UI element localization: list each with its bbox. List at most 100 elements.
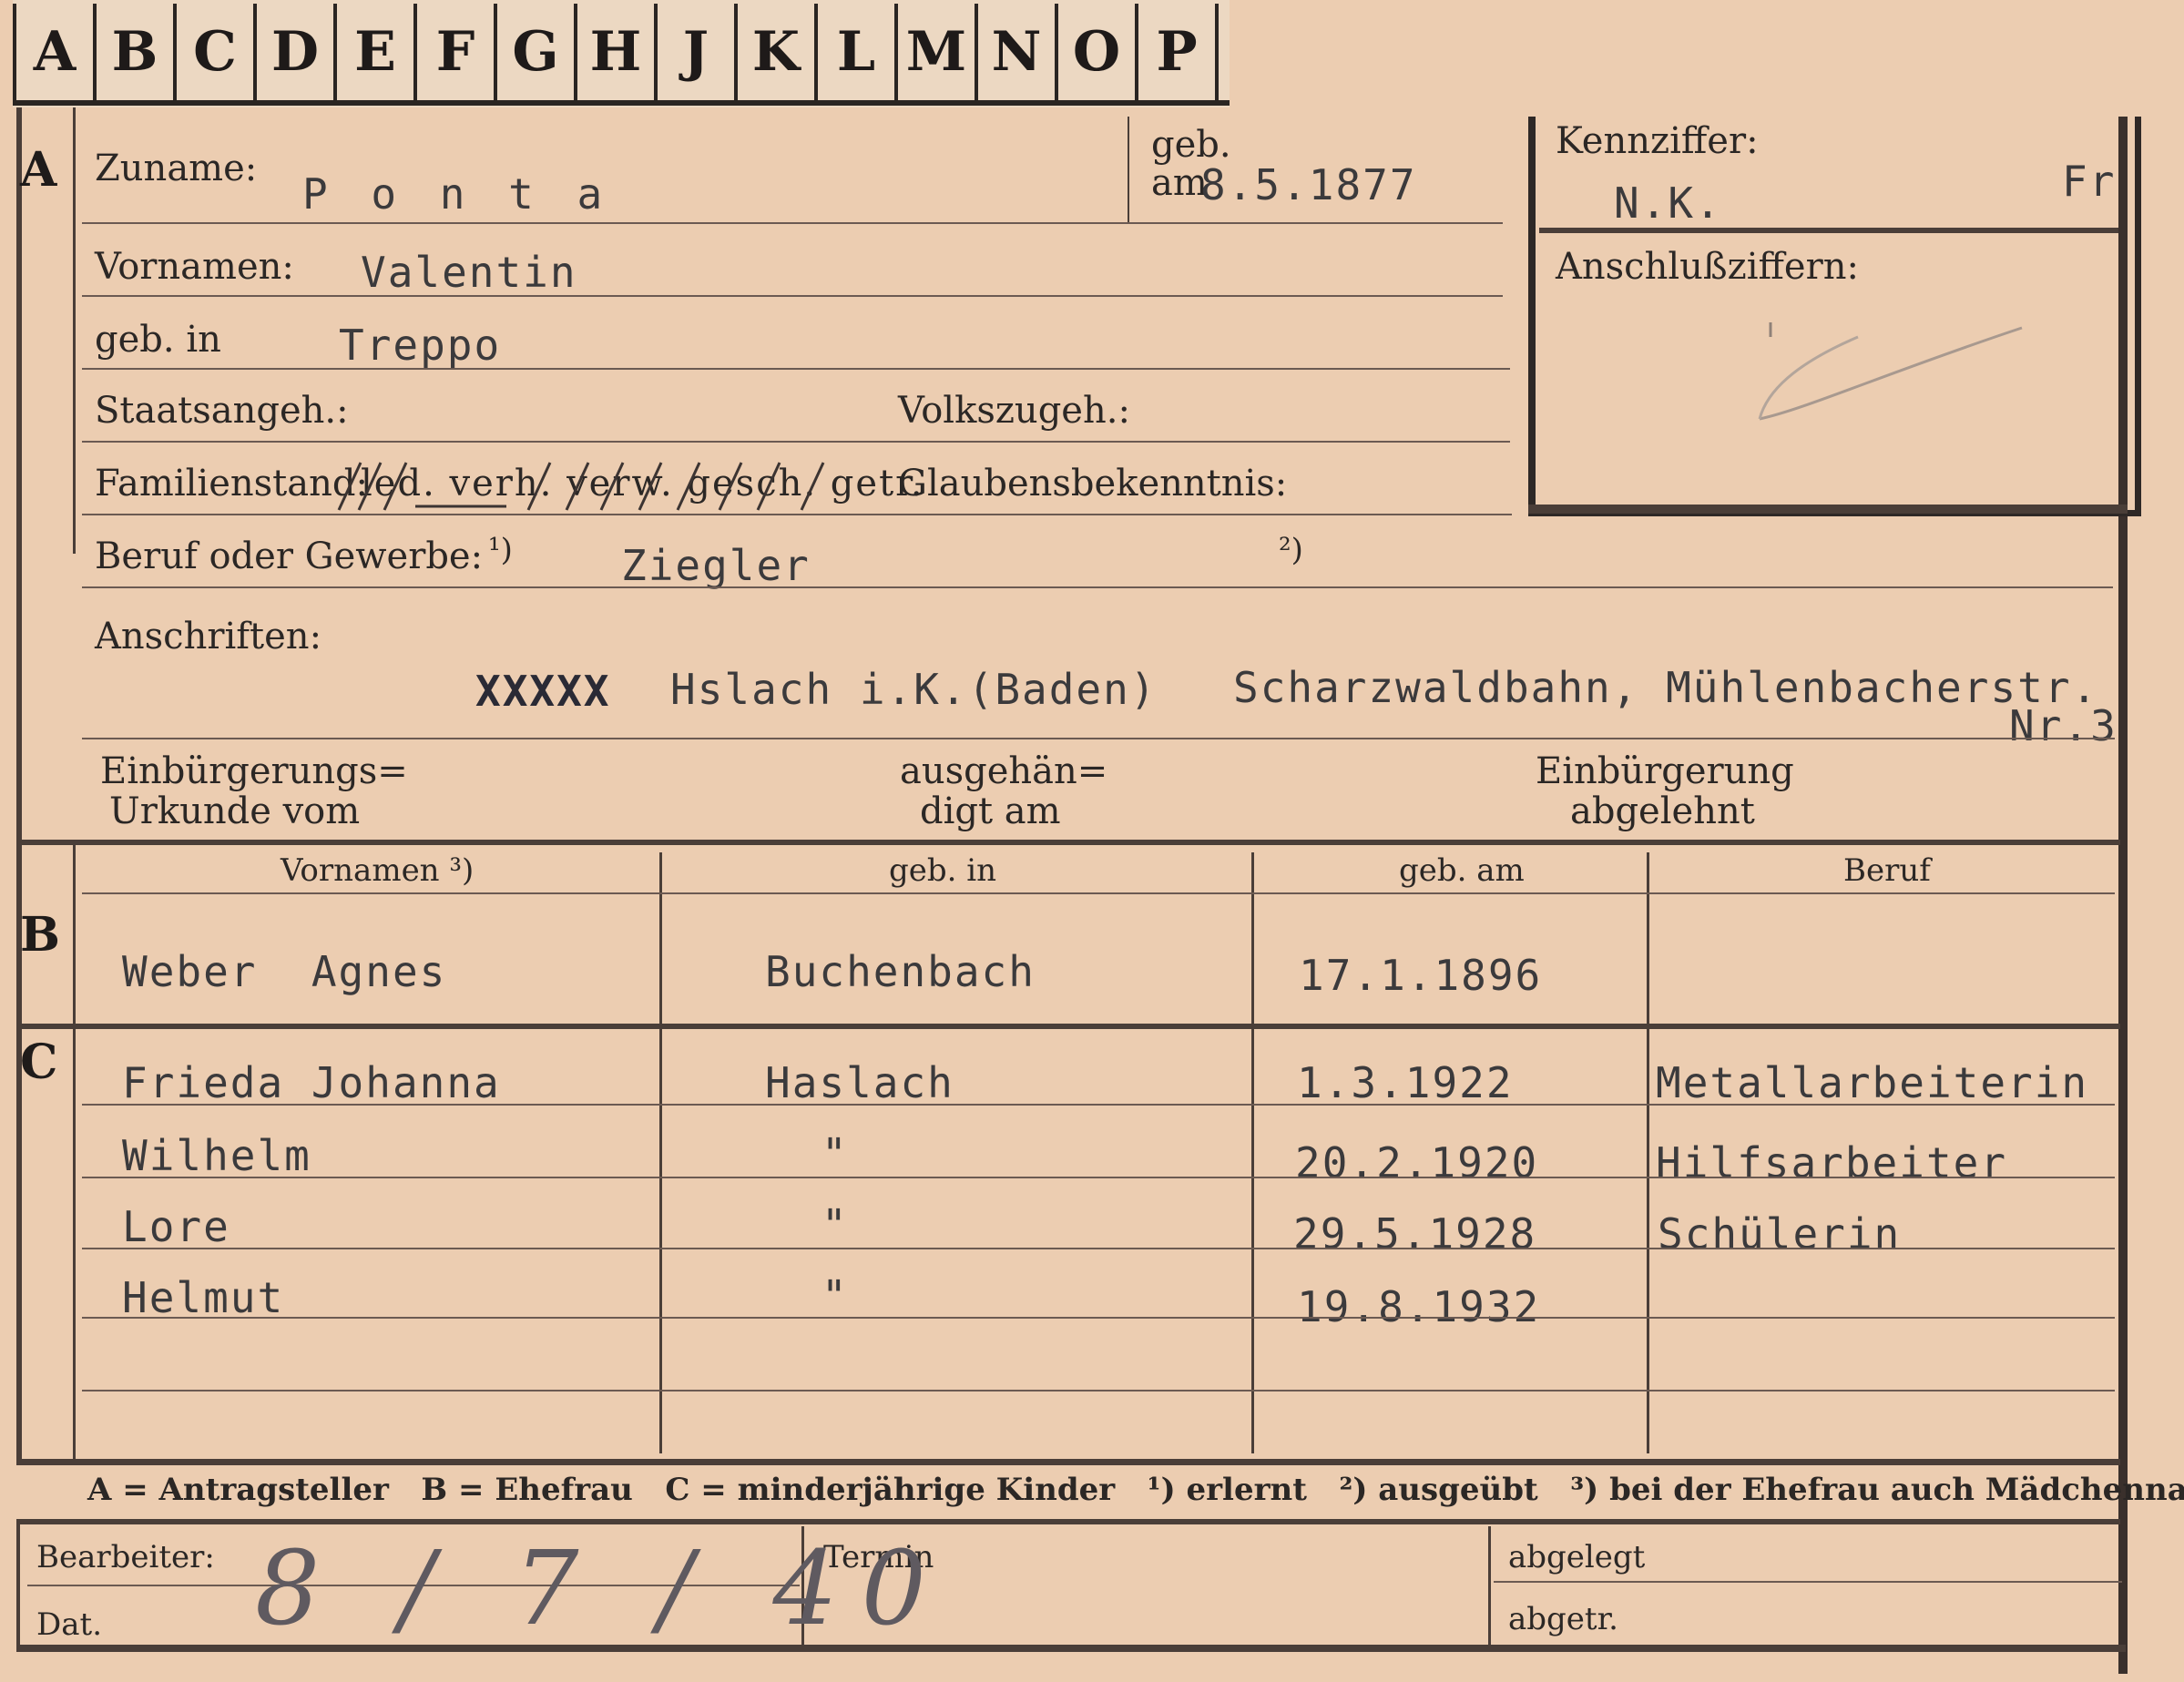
zuname-geb-divider (1128, 117, 1129, 222)
legend-text: A = Antragsteller B = Ehefrau C = minder… (87, 1472, 2184, 1508)
pencil-mark (1758, 322, 2023, 421)
index-tab-b[interactable]: B (93, 4, 173, 100)
index-tab-l[interactable]: L (814, 4, 894, 100)
section-a-divider (73, 107, 76, 554)
geb-in-rule (82, 368, 1510, 370)
anschluss-label: Anschlußziffern: (1556, 246, 1859, 288)
child-4-geb-in: " (822, 1271, 849, 1320)
einbuergerung-abgelehnt-2: abgelehnt (1570, 790, 1755, 832)
child-4-name: Helmut (122, 1273, 285, 1322)
einbuergerung-abgelehnt-1: Einbürgerung (1536, 750, 1794, 792)
child-1-beruf: Metallarbeiterin (1656, 1058, 2089, 1107)
anschrift-line-1: Hslach i.K.(Baden) (670, 665, 1158, 714)
index-tab-o[interactable]: O (1055, 4, 1135, 100)
spouse-geb-in: Buchenbach (765, 947, 1036, 996)
familienstand-rule (82, 514, 1512, 515)
index-tab-a[interactable]: A (13, 4, 93, 100)
glaubensbekenntnis-label: Glaubensbekenntnis: (898, 463, 1288, 505)
header-vornamen: Vornamen ³) (281, 852, 475, 889)
kennziffer-extra: Fr (2062, 157, 2117, 206)
index-tab-c[interactable]: C (173, 4, 253, 100)
tab-strip-rule (13, 100, 1230, 106)
anschrift-struck: XXXXX (475, 667, 611, 716)
col-divider-3 (1647, 852, 1649, 1453)
familienstand-strikes (337, 462, 825, 511)
child-3-geb-in: " (822, 1200, 849, 1249)
dat-label: Dat. (36, 1606, 103, 1643)
index-tab-h[interactable]: H (574, 4, 654, 100)
anschriften-rule (82, 738, 2115, 739)
header-geb-in: geb. in (889, 852, 997, 889)
geb-am-label: am (1151, 162, 1208, 204)
index-tab-e[interactable]: E (333, 4, 413, 100)
index-tab-p[interactable]: P (1135, 4, 1219, 100)
table-left-divider (73, 845, 76, 1464)
einbuergerung-urkunde-2: Urkunde vom (109, 790, 361, 832)
section-b-c-rule (16, 1024, 2120, 1029)
index-tab-g[interactable]: G (494, 4, 574, 100)
section-b-marker: B (20, 907, 60, 963)
volkszugeh-label: Volkszugeh.: (898, 390, 1130, 432)
abgetr-label: abgetr. (1508, 1601, 1618, 1637)
index-tab-m[interactable]: M (894, 4, 975, 100)
child-2-geb-in: " (822, 1129, 849, 1178)
child-1-name: Frieda Johanna (122, 1058, 501, 1107)
vornamen-label: Vornamen: (95, 246, 294, 288)
index-tab-n[interactable]: N (975, 4, 1055, 100)
footer-divider-2 (1488, 1526, 1491, 1650)
bearbeiter-label: Bearbeiter: (36, 1539, 215, 1575)
geb-am-value: 8.5.1877 (1200, 160, 1417, 209)
footer-bottom-rule (16, 1645, 2126, 1652)
index-tab-strip: A B C D E F G H J K L M N O P (13, 0, 1230, 107)
table-header-rule (82, 892, 2115, 894)
anschrift-street: Scharzwaldbahn, Mühlenbacherstr. (1233, 663, 2099, 712)
handwritten-date: 8 / 7 / 40 (255, 1530, 950, 1648)
kennziffer-box-bottom (1528, 505, 2128, 514)
geb-in-value: Treppo (339, 321, 502, 370)
child-1-geb-in: Haslach (765, 1058, 954, 1107)
legend-bottom-rule (16, 1519, 2120, 1524)
spouse-name: Weber Agnes (122, 947, 447, 996)
legend-top-rule (16, 1459, 2120, 1465)
beruf-label: Beruf oder Gewerbe: (95, 535, 484, 577)
index-tab-j[interactable]: J (654, 4, 734, 100)
beruf-note-1: ¹) (488, 532, 513, 568)
familienstand-label: Familienstand: (95, 463, 368, 505)
beruf-rule (82, 586, 2113, 588)
anschrift-line-2: Nr.3 (2009, 701, 2118, 750)
header-geb-am: geb. am (1399, 852, 1525, 889)
left-frame (16, 107, 22, 1464)
child-2-geb-am: 20.2.1920 (1295, 1138, 1539, 1188)
child-2-beruf: Hilfsarbeiter (1656, 1138, 2008, 1188)
beruf-value: Ziegler (621, 541, 811, 590)
abgelegt-label: abgelegt (1508, 1539, 1646, 1575)
geb-in-label: geb. in (95, 319, 221, 361)
index-tab-k[interactable]: K (734, 4, 814, 100)
child-row-3-rule (82, 1248, 2115, 1249)
ausgehaendigt-2: digt am (920, 790, 1061, 832)
kennziffer-value: N.K. (1614, 178, 1722, 228)
registration-card: A B C D E F G H J K L M N O P A Zuname: … (0, 0, 2184, 1682)
staatsangeh-label: Staatsangeh.: (95, 390, 349, 432)
abgelegt-rule (1494, 1581, 2122, 1583)
footer-left-frame (16, 1524, 20, 1648)
einbuergerung-urkunde-1: Einbürgerungs= (100, 750, 408, 792)
beruf-note-2: ²) (1279, 532, 1303, 568)
section-a-marker: A (20, 142, 57, 198)
vornamen-value: Valentin (361, 248, 577, 297)
anschriften-label: Anschriften: (95, 616, 322, 658)
index-tab-f[interactable]: F (413, 4, 494, 100)
header-beruf: Beruf (1843, 852, 1931, 889)
kennziffer-rule (1539, 228, 2118, 233)
child-2-name: Wilhelm (122, 1131, 311, 1180)
child-1-geb-am: 1.3.1922 (1297, 1058, 1514, 1107)
zuname-label: Zuname: (95, 148, 258, 189)
section-c-marker: C (20, 1035, 58, 1090)
ausgehaendigt-1: ausgehän= (900, 750, 1108, 792)
section-a-b-rule (16, 840, 2120, 845)
index-tab-d[interactable]: D (253, 4, 333, 100)
col-divider-2 (1251, 852, 1254, 1453)
staatsangeh-rule (82, 441, 1510, 443)
zuname-value: P o n t a (302, 169, 612, 219)
zuname-rule (82, 222, 1503, 224)
